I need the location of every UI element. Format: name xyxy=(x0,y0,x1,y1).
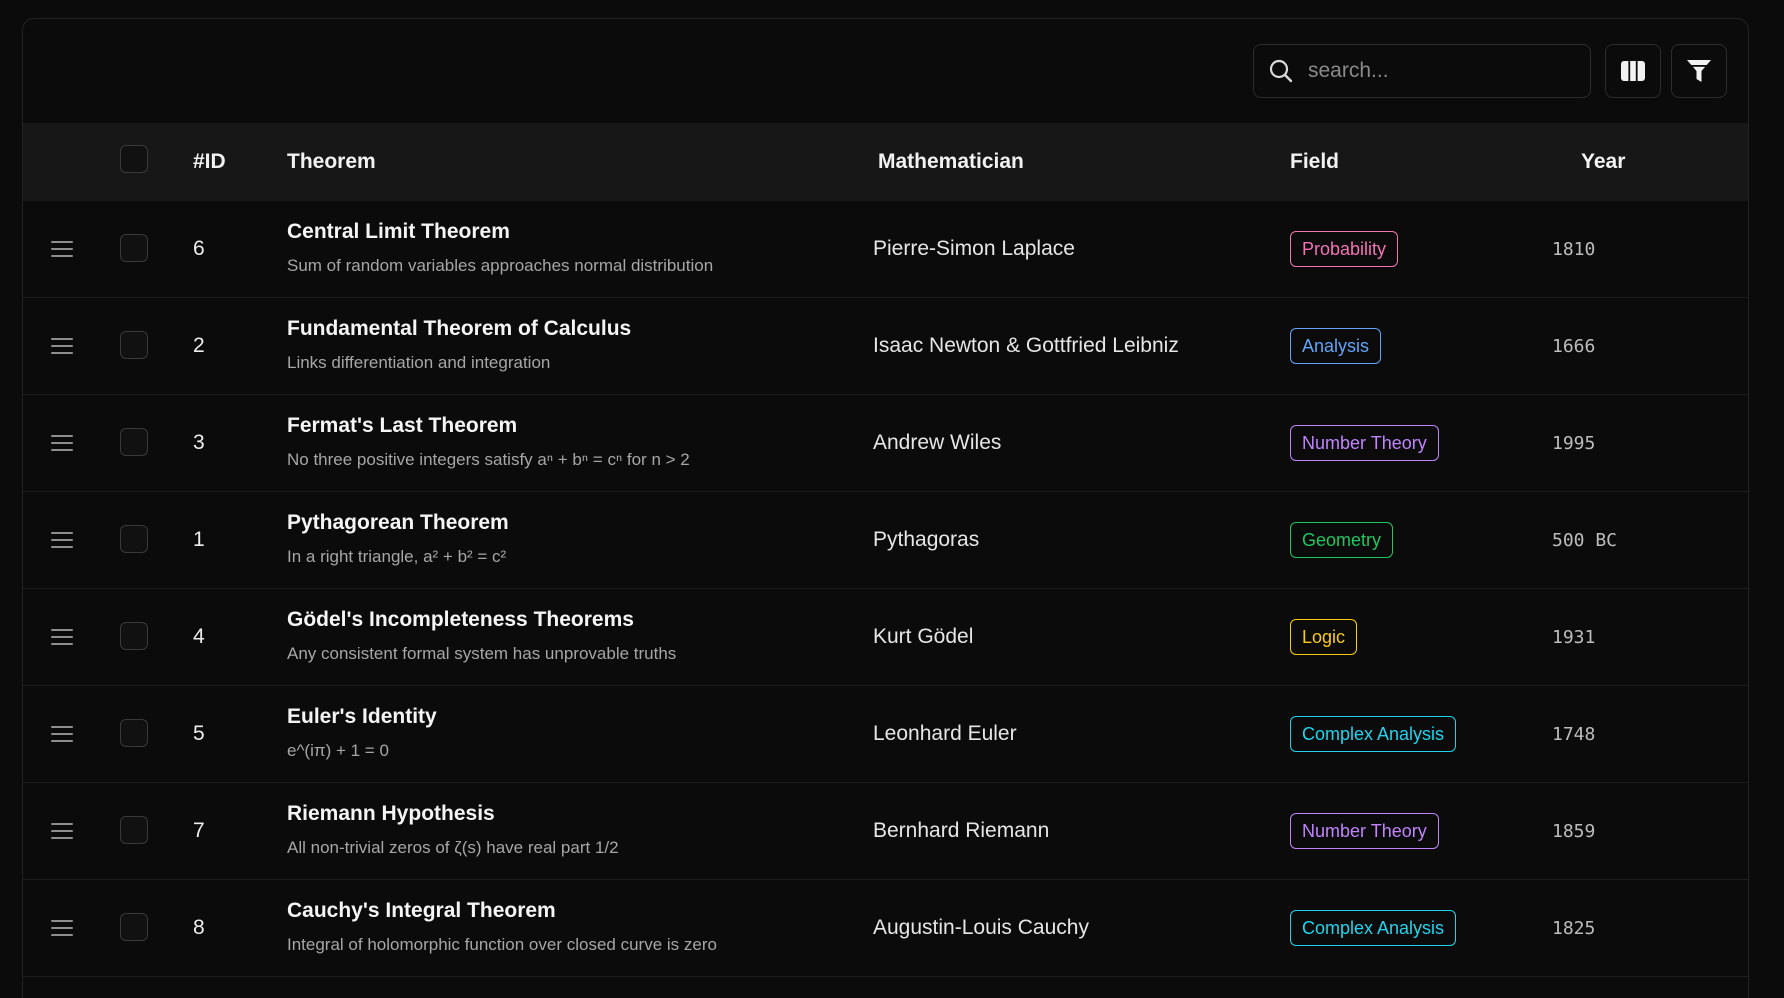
table-header: #ID Theorem Mathematician Field Year xyxy=(23,123,1748,201)
theorem-description: Sum of random variables approaches norma… xyxy=(287,256,714,275)
year-value: 1748 xyxy=(1552,724,1596,745)
table-row[interactable]: 5 Euler's Identity e^(iπ) + 1 = 0 Leonhard … xyxy=(23,686,1748,783)
mathematician-name: Augustin-Louis Cauchy xyxy=(873,916,1089,939)
theorem-description: Links differentiation and integration xyxy=(287,353,551,372)
table-row[interactable]: 2 Fundamental Theorem of Calculus Links di… xyxy=(23,298,1748,395)
year-value: 500 BC xyxy=(1552,530,1618,551)
drag-handle-icon[interactable] xyxy=(51,629,73,646)
row-id: 7 xyxy=(193,819,205,842)
year-value: 1666 xyxy=(1552,336,1596,357)
theorem-description: Any consistent formal system has unprova… xyxy=(287,644,677,663)
column-header-id[interactable]: #ID xyxy=(193,123,226,201)
field-badge: Number Theory xyxy=(1290,813,1439,849)
row-id: 5 xyxy=(193,722,205,745)
mathematician-name: Leonhard Euler xyxy=(873,722,1017,745)
table-row[interactable]: 6 Central Limit Theorem Sum of random vari… xyxy=(23,201,1748,298)
theorem-title: Fundamental Theorem of Calculus xyxy=(287,317,632,340)
row-checkbox[interactable] xyxy=(120,234,148,262)
drag-handle-icon[interactable] xyxy=(51,726,73,743)
field-badge: Geometry xyxy=(1290,522,1394,558)
field-badge: Logic xyxy=(1290,619,1358,655)
filter-button[interactable] xyxy=(1671,44,1727,98)
theorem-description: No three positive integers satisfy aⁿ + … xyxy=(287,450,690,469)
drag-handle-icon[interactable] xyxy=(51,435,73,452)
row-checkbox[interactable] xyxy=(120,913,148,941)
theorem-title: Fermat's Last Theorem xyxy=(287,414,518,437)
row-id: 3 xyxy=(193,431,205,454)
row-id: 1 xyxy=(193,528,205,551)
mathematician-name: Pythagoras xyxy=(873,528,980,551)
columns-icon xyxy=(1620,60,1646,82)
select-all-checkbox[interactable] xyxy=(120,145,148,173)
field-badge: Analysis xyxy=(1290,328,1382,364)
column-header-theorem[interactable]: Theorem xyxy=(287,123,376,201)
row-checkbox[interactable] xyxy=(120,719,148,747)
table-row[interactable]: 1 Pythagorean Theorem In a right triangle,… xyxy=(23,492,1748,589)
theorem-description: All non-trivial zeros of ζ(s) have real … xyxy=(287,838,619,857)
year-value: 1810 xyxy=(1552,239,1596,260)
year-value: 1931 xyxy=(1552,627,1596,648)
table-row[interactable]: 3 Fermat's Last Theorem No three positive … xyxy=(23,395,1748,492)
filter-icon xyxy=(1686,58,1712,84)
columns-button[interactable] xyxy=(1605,44,1661,98)
column-header-year[interactable]: Year xyxy=(1581,123,1625,201)
field-badge: Complex Analysis xyxy=(1290,716,1457,752)
column-header-mathematician[interactable]: Mathematician xyxy=(878,123,1024,201)
theorem-description: Integral of holomorphic function over cl… xyxy=(287,935,717,954)
drag-handle-icon[interactable] xyxy=(51,920,73,937)
mathematician-name: Andrew Wiles xyxy=(873,431,1002,454)
theorem-title: Cauchy's Integral Theorem xyxy=(287,899,556,922)
row-checkbox[interactable] xyxy=(120,816,148,844)
mathematician-name: Kurt Gödel xyxy=(873,625,974,648)
row-id: 4 xyxy=(193,625,205,648)
theorem-title: Central Limit Theorem xyxy=(287,220,510,243)
row-checkbox[interactable] xyxy=(120,428,148,456)
field-badge: Probability xyxy=(1290,231,1399,267)
drag-handle-icon[interactable] xyxy=(51,823,73,840)
search-box[interactable] xyxy=(1253,44,1591,98)
theorem-title: Euler's Identity xyxy=(287,705,437,728)
table-row[interactable]: 8 Cauchy's Integral Theorem Integral of ho… xyxy=(23,880,1748,977)
field-badge: Complex Analysis xyxy=(1290,910,1457,946)
drag-handle-icon[interactable] xyxy=(51,338,73,355)
data-table-panel: #ID Theorem Mathematician Field Year 6 Ce… xyxy=(22,18,1749,998)
theorem-description: In a right triangle, a² + b² = c² xyxy=(287,547,507,566)
column-header-field[interactable]: Field xyxy=(1290,123,1339,201)
theorem-title: Pythagorean Theorem xyxy=(287,511,509,534)
year-value: 1995 xyxy=(1552,433,1596,454)
row-checkbox[interactable] xyxy=(120,622,148,650)
field-badge: Number Theory xyxy=(1290,425,1439,461)
table-row[interactable]: 4 Gödel's Incompleteness Theorems Any cons… xyxy=(23,589,1748,686)
drag-handle-icon[interactable] xyxy=(51,532,73,549)
row-checkbox[interactable] xyxy=(120,331,148,359)
table-toolbar xyxy=(23,19,1748,123)
row-checkbox[interactable] xyxy=(120,525,148,553)
table-row[interactable]: 7 Riemann Hypothesis All non-trivial zeros… xyxy=(23,783,1748,880)
drag-handle-icon[interactable] xyxy=(51,241,73,258)
theorem-title: Riemann Hypothesis xyxy=(287,802,495,825)
mathematician-name: Bernhard Riemann xyxy=(873,819,1050,842)
row-id: 8 xyxy=(193,916,205,939)
row-id: 2 xyxy=(193,334,205,357)
search-icon xyxy=(1268,58,1294,84)
year-value: 1859 xyxy=(1552,821,1596,842)
search-input[interactable] xyxy=(1306,58,1570,84)
row-id: 6 xyxy=(193,237,205,260)
theorem-title: Gödel's Incompleteness Theorems xyxy=(287,608,634,631)
theorem-description: e^(iπ) + 1 = 0 xyxy=(287,741,389,760)
mathematician-name: Pierre-Simon Laplace xyxy=(873,237,1075,260)
year-value: 1825 xyxy=(1552,918,1596,939)
mathematician-name: Isaac Newton & Gottfried Leibniz xyxy=(873,334,1179,357)
